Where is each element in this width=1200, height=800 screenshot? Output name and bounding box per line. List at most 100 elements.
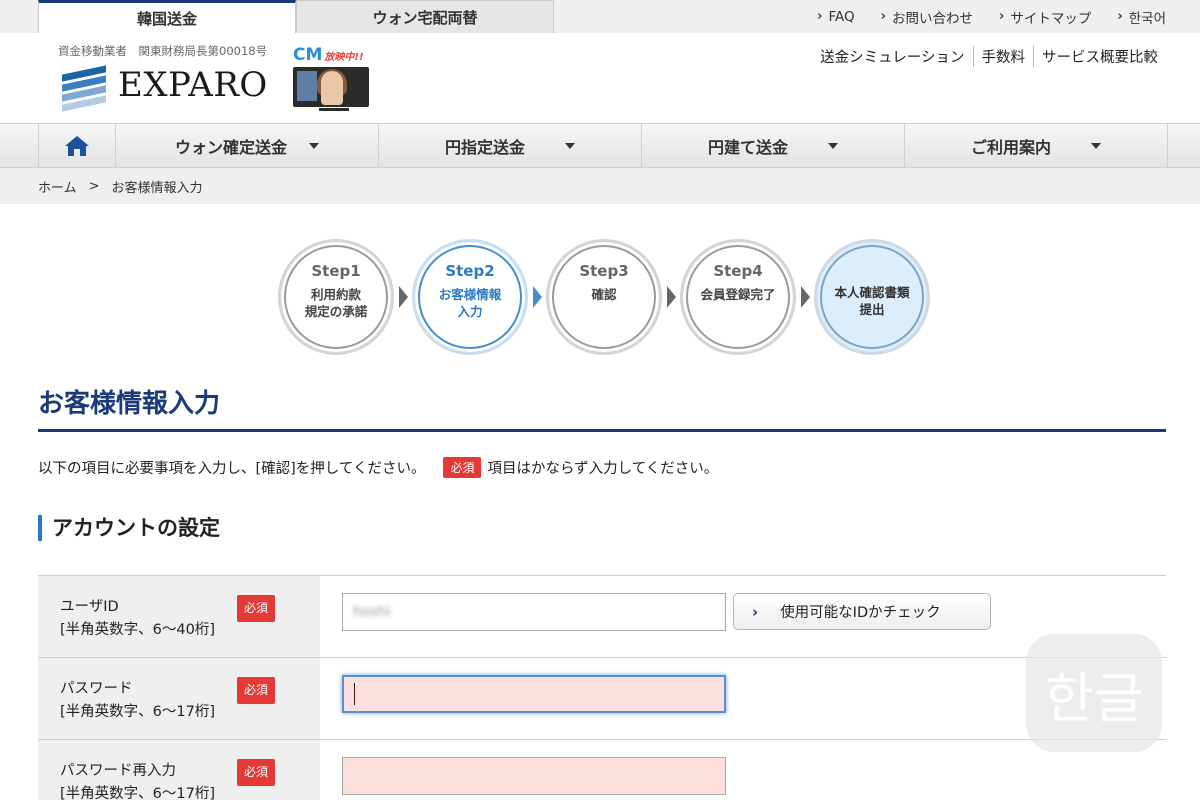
sitemap-label: サイトマップ xyxy=(1010,10,1092,27)
step-4: Step4 会員登録完了 xyxy=(680,239,796,355)
password-confirm-label-cell: パスワード再入力 [半角英数字、6〜17桁] 必須 xyxy=(38,740,320,800)
korean-language-label: 한국어 xyxy=(1128,10,1166,27)
password-label-cell: パスワード [半角英数字、6〜17桁] 必須 xyxy=(38,658,320,739)
nav-won-fixed-remittance[interactable]: ウォン確定送金 xyxy=(116,124,379,168)
sitemap-link[interactable]: › サイトマップ xyxy=(999,7,1091,27)
form-row-password: パスワード [半角英数字、6〜17桁] 必須 xyxy=(38,658,1166,740)
cm-banner[interactable]: CM 放映中!! xyxy=(293,45,375,111)
nav-label: ご利用案内 xyxy=(970,138,1051,157)
fees-link[interactable]: 手数料 xyxy=(972,46,1034,67)
password-confirm-label: パスワード再入力 xyxy=(60,763,176,779)
service-tabs: 韓国送金 ウォン宅配両替 xyxy=(38,0,554,33)
check-id-availability-button[interactable]: › 使用可能なIDかチェック xyxy=(733,593,991,630)
tab-korea-remittance[interactable]: 韓国送金 xyxy=(38,0,296,33)
title-divider xyxy=(38,429,1166,432)
password-label: パスワード xyxy=(60,681,133,697)
faq-label: FAQ xyxy=(828,8,855,25)
section-title-account-settings: アカウントの設定 xyxy=(38,515,220,541)
tv-stand-icon xyxy=(319,108,349,111)
nav-yen-specified-remittance[interactable]: 円指定送金 xyxy=(379,124,642,168)
home-icon xyxy=(65,136,89,156)
required-badge: 必須 xyxy=(237,677,276,704)
caret-down-icon xyxy=(309,143,319,149)
user-id-input[interactable]: hoshi xyxy=(342,593,726,631)
breadcrumb: ホーム > お客様情報入力 xyxy=(0,168,1200,204)
password-confirm-input[interactable] xyxy=(342,757,726,795)
nav-label: 円指定送金 xyxy=(444,138,525,157)
exparo-logo[interactable]: EXPARO xyxy=(62,65,268,112)
utility-links: › FAQ › お問い合わせ › サイトマップ › 한국어 xyxy=(817,0,1166,33)
intro-required-note: 項目はかならず入力してください。 xyxy=(487,461,719,477)
step-number: Step2 xyxy=(445,262,495,280)
cm-label: CM 放映中!! xyxy=(293,45,364,65)
nav-home-button[interactable] xyxy=(38,124,116,168)
step-label: 会員登録完了 xyxy=(700,287,776,302)
chevron-right-icon: › xyxy=(999,9,1005,24)
chevron-right-icon: › xyxy=(752,602,759,621)
license-text: 資金移動業者 関東財務局長第00018号 xyxy=(58,44,268,58)
password-hint: [半角英数字、6〜17桁] xyxy=(60,704,215,720)
user-id-hint: [半角英数字、6〜40桁] xyxy=(60,622,215,638)
required-badge: 必須 xyxy=(237,595,276,622)
password-confirm-field-cell xyxy=(320,740,1166,800)
breadcrumb-separator: > xyxy=(88,178,100,194)
form-row-password-confirm: パスワード再入力 [半角英数字、6〜17桁] 必須 xyxy=(38,740,1166,800)
header-links: 送金シミュレーション 手数料 サービス概要比較 xyxy=(812,46,1166,67)
remittance-simulation-link[interactable]: 送金シミュレーション xyxy=(812,46,972,67)
main-nav: ウォン確定送金 円指定送金 円建て送金 ご利用案内 xyxy=(0,123,1200,168)
contact-link[interactable]: › お問い合わせ xyxy=(881,7,973,27)
step-2-current: Step2 お客様情報 入力 xyxy=(412,239,528,355)
chevron-right-icon: › xyxy=(817,9,823,24)
chevron-right-icon: › xyxy=(1117,9,1123,24)
password-confirm-hint: [半角英数字、6〜17桁] xyxy=(60,786,215,800)
step-label: 確認 xyxy=(591,287,617,302)
breadcrumb-current: お客様情報入力 xyxy=(111,180,203,196)
required-badge: 必須 xyxy=(443,457,482,478)
contact-label: お問い合わせ xyxy=(892,10,974,27)
nav-usage-guide[interactable]: ご利用案内 xyxy=(905,124,1168,168)
intro-text: 以下の項目に必要事項を入力し、[確認]を押してください。 必須 項目はかならず入… xyxy=(38,457,718,478)
step-arrow-icon xyxy=(533,286,542,308)
caret-down-icon xyxy=(828,143,838,149)
caret-down-icon xyxy=(1091,143,1101,149)
step-arrow-icon xyxy=(399,286,408,308)
korean-language-link[interactable]: › 한국어 xyxy=(1117,7,1166,27)
page-title: お客様情報入力 xyxy=(38,389,221,419)
step-number: Step3 xyxy=(579,262,629,280)
top-bar: 韓国送金 ウォン宅配両替 › FAQ › お問い合わせ › サイトマップ › 한국어 xyxy=(0,0,1200,33)
step-arrow-icon xyxy=(667,286,676,308)
service-comparison-link[interactable]: サービス概要比較 xyxy=(1033,46,1166,67)
form-row-user-id: ユーザID [半角英数字、6〜40桁] 必須 hoshi › 使用可能なIDかチ… xyxy=(38,576,1166,658)
step-number: Step1 xyxy=(311,262,361,280)
step-arrow-icon xyxy=(801,286,810,308)
progress-steps: Step1 利用約款 規定の承諾 Step2 お客様情報 入力 Step3 確認… xyxy=(278,239,930,355)
account-settings-form: ユーザID [半角英数字、6〜40桁] 必須 hoshi › 使用可能なIDかチ… xyxy=(38,575,1166,800)
site-header: 資金移動業者 関東財務局長第00018号 EXPARO CM 放映中!! 送金シミ… xyxy=(0,33,1200,123)
check-id-button-label: 使用可能なIDかチェック xyxy=(780,605,941,621)
logo-mark-icon xyxy=(62,65,106,112)
tab-won-delivery-exchange[interactable]: ウォン宅配両替 xyxy=(296,0,554,33)
user-id-label-cell: ユーザID [半角英数字、6〜40桁] 必須 xyxy=(38,576,320,657)
step-3: Step3 確認 xyxy=(546,239,662,355)
faq-link[interactable]: › FAQ xyxy=(817,9,855,25)
hangul-watermark: 한글 xyxy=(1026,634,1162,752)
logo-text: EXPARO xyxy=(118,65,268,105)
nav-label: ウォン確定送金 xyxy=(174,138,287,157)
user-id-label: ユーザID xyxy=(60,599,119,615)
step-label: 利用約款 規定の承諾 xyxy=(304,287,368,319)
nav-yen-denominated-remittance[interactable]: 円建て送金 xyxy=(642,124,905,168)
tv-screen-icon xyxy=(293,67,369,107)
step-id-document-submission: 本人確認書類 提出 xyxy=(814,239,930,355)
chevron-right-icon: › xyxy=(880,9,887,24)
intro-instruction: 以下の項目に必要事項を入力し、[確認]を押してください。 xyxy=(38,461,426,477)
cm-badge: 放映中!! xyxy=(324,52,364,63)
required-badge: 必須 xyxy=(237,759,276,786)
nav-label: 円建て送金 xyxy=(707,138,788,157)
user-id-value: hoshi xyxy=(353,604,391,620)
step-number: Step4 xyxy=(713,262,763,280)
step-label: 本人確認書類 提出 xyxy=(834,285,910,317)
breadcrumb-home-link[interactable]: ホーム xyxy=(38,177,77,196)
text-cursor xyxy=(354,683,355,705)
step-label: お客様情報 入力 xyxy=(438,287,502,319)
password-input[interactable] xyxy=(342,675,726,713)
